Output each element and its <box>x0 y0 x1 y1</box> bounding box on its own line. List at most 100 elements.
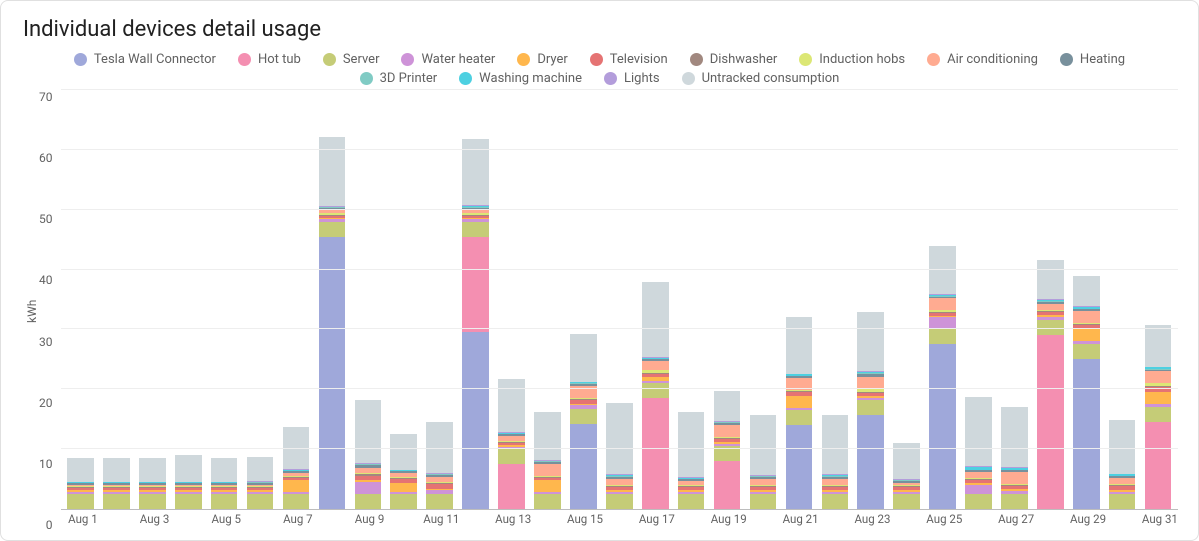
gridline <box>61 328 1179 329</box>
legend-item[interactable]: Lights <box>604 71 660 86</box>
bar-column <box>63 90 99 509</box>
bar-segment <box>498 464 525 509</box>
legend: Tesla Wall Connector Hot tub Server Water h… <box>41 52 1158 86</box>
gridline <box>61 209 1179 210</box>
bar-column <box>853 90 889 509</box>
legend-item[interactable]: Server <box>323 52 380 67</box>
bar-segment <box>211 494 238 509</box>
bar-column <box>961 90 997 509</box>
bar-segment <box>857 415 884 509</box>
stacked-bar[interactable] <box>498 379 525 509</box>
bar-column <box>350 90 386 509</box>
bar-column <box>386 90 422 509</box>
legend-label: Air conditioning <box>947 52 1038 67</box>
bar-column <box>925 90 961 509</box>
stacked-bar[interactable] <box>857 311 884 509</box>
legend-item[interactable]: Hot tub <box>238 52 301 67</box>
stacked-bar[interactable] <box>283 427 310 509</box>
legend-item[interactable]: Untracked consumption <box>682 71 840 86</box>
bar-segment <box>211 458 238 482</box>
stacked-bar[interactable] <box>714 391 741 509</box>
stacked-bar[interactable] <box>678 411 705 509</box>
bar-segment <box>893 494 920 509</box>
stacked-bar[interactable] <box>1001 407 1028 509</box>
stacked-bar[interactable] <box>103 458 130 509</box>
stacked-bar[interactable] <box>319 137 346 509</box>
bar-segment <box>678 412 705 478</box>
x-tick <box>316 512 352 526</box>
legend-item[interactable]: Tesla Wall Connector <box>74 52 216 67</box>
stacked-bar[interactable] <box>534 412 561 509</box>
bar-segment <box>714 425 741 437</box>
stacked-bar[interactable] <box>822 414 849 509</box>
stacked-bar[interactable] <box>1073 276 1100 509</box>
bar-segment <box>1145 371 1172 383</box>
bar-segment <box>786 317 813 374</box>
stacked-bar[interactable] <box>750 415 777 509</box>
stacked-bar[interactable] <box>642 282 669 509</box>
stacked-bar[interactable] <box>786 317 813 509</box>
legend-item[interactable]: Induction hobs <box>799 52 905 67</box>
stacked-bar[interactable] <box>1109 420 1136 509</box>
legend-swatch <box>927 53 940 66</box>
stacked-bar[interactable] <box>606 402 633 509</box>
chart-title: Individual devices detail usage <box>23 17 1178 42</box>
legend-label: Lights <box>624 71 660 86</box>
stacked-bar[interactable] <box>355 400 382 509</box>
stacked-bar[interactable] <box>211 458 238 509</box>
legend-item[interactable]: Water heater <box>401 52 495 67</box>
bar-segment <box>1145 325 1172 367</box>
legend-item[interactable]: Air conditioning <box>927 52 1038 67</box>
x-tick: Aug 23 <box>854 512 890 526</box>
bar-segment <box>103 458 130 482</box>
bar-segment <box>1037 335 1064 509</box>
legend-label: Dishwasher <box>710 52 778 67</box>
stacked-bar[interactable] <box>67 458 94 509</box>
legend-item[interactable]: Washing machine <box>459 71 582 86</box>
x-tick: Aug 11 <box>423 512 459 526</box>
legend-label: Untracked consumption <box>702 71 840 86</box>
x-tick <box>819 512 855 526</box>
bar-column <box>565 90 601 509</box>
x-tick <box>603 512 639 526</box>
bar-segment <box>822 494 849 509</box>
bar-segment <box>498 449 525 464</box>
legend-item[interactable]: 3D Printer <box>360 71 438 86</box>
bar-segment <box>1109 494 1136 509</box>
bar-segment <box>139 494 166 509</box>
stacked-bar[interactable] <box>426 422 453 509</box>
stacked-bar[interactable] <box>1145 325 1172 509</box>
legend-item[interactable]: Heating <box>1060 52 1125 67</box>
plot <box>61 90 1179 510</box>
stacked-bar[interactable] <box>929 246 956 509</box>
bars-container <box>61 90 1179 509</box>
stacked-bar[interactable] <box>1037 260 1064 509</box>
bar-segment <box>175 494 202 509</box>
x-tick: Aug 5 <box>208 512 244 526</box>
stacked-bar[interactable] <box>965 397 992 509</box>
stacked-bar[interactable] <box>462 139 489 509</box>
legend-swatch <box>459 72 472 85</box>
bar-segment <box>1145 407 1172 422</box>
gridline <box>61 448 1179 449</box>
stacked-bar[interactable] <box>570 334 597 509</box>
bar-column <box>170 90 206 509</box>
y-tick: 70 <box>39 90 53 104</box>
stacked-bar[interactable] <box>175 455 202 509</box>
stacked-bar[interactable] <box>893 443 920 509</box>
stacked-bar[interactable] <box>139 458 166 509</box>
bar-segment <box>1001 494 1028 509</box>
bar-column <box>601 90 637 509</box>
bar-segment <box>857 400 884 415</box>
bar-column <box>206 90 242 509</box>
legend-item[interactable]: Television <box>590 52 668 67</box>
legend-label: Dryer <box>537 52 567 67</box>
bar-segment <box>1109 420 1136 474</box>
bar-segment <box>283 480 310 492</box>
bar-segment <box>175 455 202 482</box>
bar-column <box>422 90 458 509</box>
stacked-bar[interactable] <box>390 434 417 509</box>
stacked-bar[interactable] <box>247 457 274 509</box>
legend-item[interactable]: Dryer <box>517 52 567 67</box>
legend-item[interactable]: Dishwasher <box>690 52 778 67</box>
